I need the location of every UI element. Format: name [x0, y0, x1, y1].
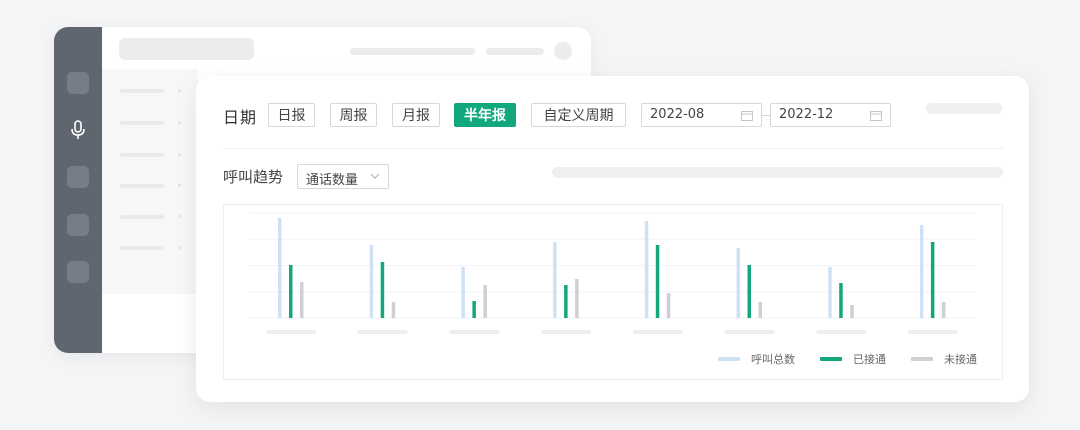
end-date-input[interactable]: 2022-12	[770, 103, 891, 127]
calendar-icon	[870, 111, 882, 121]
metric-select[interactable]: 通话数量	[297, 164, 389, 189]
list-item[interactable]	[120, 89, 164, 93]
header-placeholder	[350, 48, 475, 55]
tab-daily[interactable]: 日报	[268, 103, 315, 127]
start-date-input[interactable]: 2022-08	[641, 103, 762, 127]
bar-answered[interactable]	[472, 301, 476, 318]
bar-total[interactable]	[736, 248, 741, 318]
app-icon[interactable]	[67, 261, 89, 283]
bar-total[interactable]	[461, 267, 465, 318]
bar-missed[interactable]	[941, 302, 946, 318]
bar-missed[interactable]	[850, 305, 854, 318]
chevron-right-icon	[178, 246, 181, 249]
x-tick-label	[724, 330, 775, 334]
avatar[interactable]	[554, 42, 572, 60]
date-label: 日期	[223, 108, 258, 127]
legend-swatch	[911, 357, 933, 361]
trend-label: 呼叫趋势	[223, 168, 284, 186]
x-tick-label	[816, 330, 867, 334]
x-tick-label	[449, 330, 500, 334]
bar-total[interactable]	[919, 225, 924, 318]
call-trend-card: 日期 日报 周报 月报 半年报 自定义周期 2022-08 2022-12 呼叫…	[196, 76, 1029, 402]
list-item[interactable]	[120, 153, 164, 157]
x-tick-label	[541, 330, 592, 334]
bar-answered[interactable]	[655, 245, 660, 318]
start-date-value: 2022-08	[650, 107, 705, 122]
bar-total[interactable]	[828, 267, 832, 318]
bar-answered[interactable]	[747, 265, 752, 318]
bar-missed[interactable]	[758, 302, 763, 318]
microphone-icon[interactable]	[68, 119, 88, 141]
tab-half-year[interactable]: 半年报	[454, 103, 516, 127]
bar-total[interactable]	[553, 242, 557, 318]
bar-total[interactable]	[278, 218, 282, 318]
action-placeholder	[926, 103, 1002, 114]
tab-custom-period[interactable]: 自定义周期	[531, 103, 626, 127]
header-placeholder	[486, 48, 544, 55]
chart-area: 呼叫总数 已接通 未接通	[223, 204, 1003, 380]
chevron-right-icon	[178, 89, 181, 92]
app-icon[interactable]	[67, 214, 89, 236]
bar-missed[interactable]	[575, 279, 579, 318]
bar-answered[interactable]	[564, 285, 568, 318]
divider	[223, 148, 1004, 149]
tab-monthly[interactable]: 月报	[392, 103, 440, 127]
chevron-right-icon	[178, 215, 181, 218]
metric-select-value: 通话数量	[306, 173, 359, 188]
x-tick-label	[266, 330, 316, 334]
bar-missed[interactable]	[483, 285, 487, 318]
trend-placeholder	[552, 167, 1003, 178]
date-range-separator	[762, 115, 770, 116]
legend-swatch	[718, 357, 740, 361]
end-date-value: 2022-12	[779, 107, 834, 122]
tab-weekly[interactable]: 周报	[330, 103, 377, 127]
bar-total[interactable]	[644, 221, 649, 318]
list-item[interactable]	[120, 246, 164, 250]
bar-missed[interactable]	[300, 282, 304, 318]
x-tick-label	[907, 330, 958, 334]
bar-answered[interactable]	[930, 242, 935, 318]
app-icon[interactable]	[67, 166, 89, 188]
sidebar	[54, 27, 102, 353]
legend-label: 已接通	[853, 353, 886, 366]
bar-missed[interactable]	[666, 293, 671, 318]
legend-swatch	[820, 357, 842, 361]
chevron-right-icon	[178, 184, 181, 187]
bar-answered[interactable]	[289, 265, 293, 318]
bar-total[interactable]	[369, 245, 374, 318]
list-item[interactable]	[120, 215, 164, 219]
chevron-right-icon	[178, 121, 181, 124]
nav-list	[102, 69, 198, 294]
chevron-down-icon	[370, 173, 380, 179]
x-tick-label	[357, 330, 408, 334]
bar-missed[interactable]	[391, 302, 396, 318]
chevron-right-icon	[178, 153, 181, 156]
bar-answered[interactable]	[380, 262, 385, 318]
search-placeholder	[119, 38, 254, 60]
list-item[interactable]	[120, 184, 164, 188]
bar-answered[interactable]	[839, 283, 843, 318]
app-icon[interactable]	[67, 72, 89, 94]
x-tick-label	[632, 330, 683, 334]
calendar-icon	[741, 111, 753, 121]
legend-label: 未接通	[944, 353, 977, 366]
list-item[interactable]	[120, 121, 164, 125]
legend-label: 呼叫总数	[751, 353, 795, 366]
